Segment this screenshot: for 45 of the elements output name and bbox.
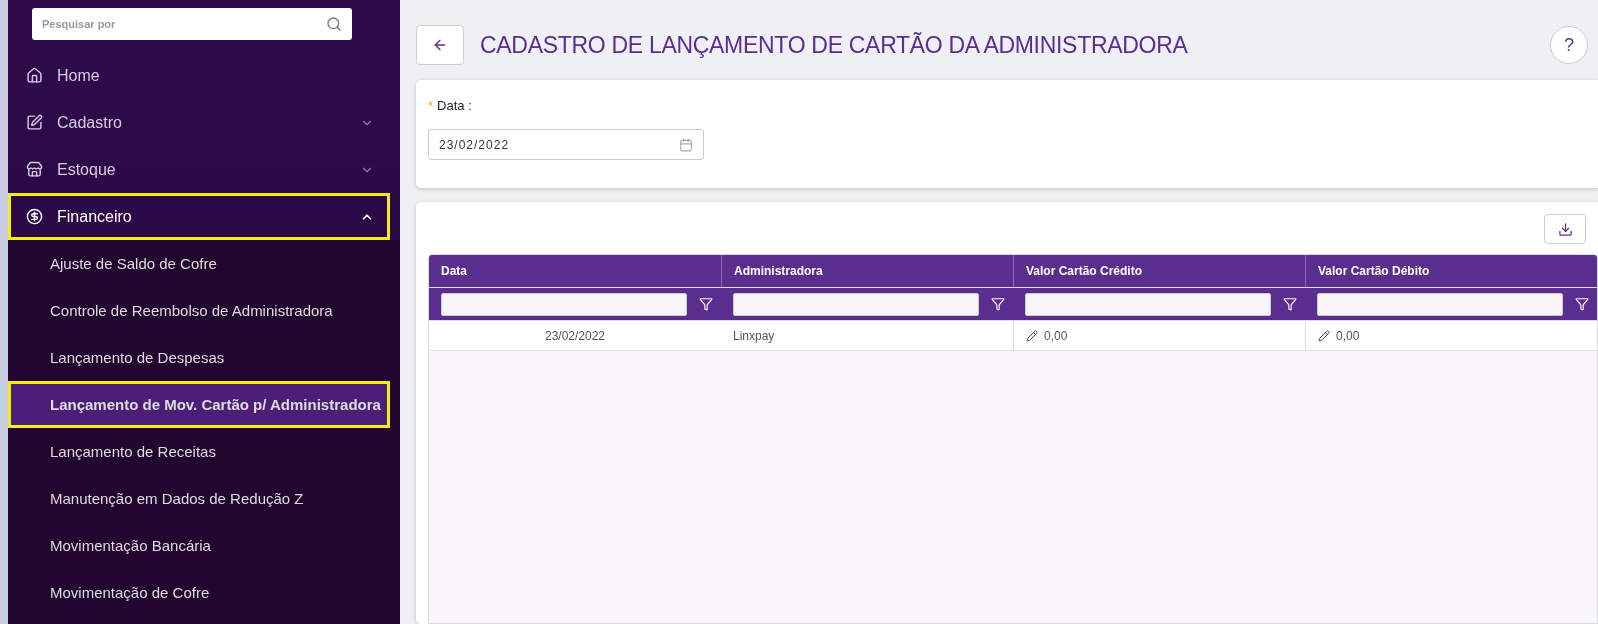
field-label: Data : xyxy=(437,98,472,113)
download-button[interactable] xyxy=(1544,214,1586,244)
page-title: CADASTRO DE LANÇAMENTO DE CARTÃO DA ADMINISTRADORA xyxy=(480,31,1189,59)
submenu-item[interactable]: Lançamento de Receitas xyxy=(8,428,390,475)
filter-field[interactable] xyxy=(1025,292,1271,316)
submenu-item[interactable]: Lançamento de Despesas xyxy=(8,334,390,381)
table-cell: 0,00 xyxy=(1336,328,1360,343)
menu-item[interactable]: Cadastro xyxy=(8,99,390,146)
submenu-item[interactable]: Lançamento de Mov. Cartão p/ Administradora xyxy=(8,381,390,428)
search-icon xyxy=(326,16,342,32)
column-header[interactable]: Administradora xyxy=(721,255,1013,287)
download-icon xyxy=(1557,221,1573,237)
date-field[interactable]: 23/02/2022 xyxy=(428,129,704,160)
table-cell-text: 23/02/2022 xyxy=(543,327,607,345)
submenu-item[interactable]: Movimentação Bancária xyxy=(8,522,390,569)
pencil-icon[interactable] xyxy=(1318,329,1330,342)
home-icon xyxy=(26,67,43,84)
calendar-icon xyxy=(679,137,693,152)
filter-icon[interactable] xyxy=(991,297,1005,311)
help-button[interactable]: ? xyxy=(1550,26,1588,64)
submenu-item[interactable]: Ajuste de Saldo de Cofre xyxy=(8,240,390,287)
pencil-icon[interactable] xyxy=(1026,329,1038,342)
submenu-item[interactable]: Manutenção em Dados de Redução Z xyxy=(8,475,390,522)
filter-icon[interactable] xyxy=(1283,297,1297,311)
store-icon xyxy=(26,161,43,178)
filter-icon[interactable] xyxy=(699,297,713,311)
required-mark: * xyxy=(428,98,434,113)
submenu-item[interactable]: Movimentação de Cofre xyxy=(8,569,390,616)
table-cell: 0,00 xyxy=(1044,328,1068,343)
table-cell-text: Linxpay xyxy=(732,327,776,345)
column-header[interactable]: Data xyxy=(429,255,721,287)
filter-icon[interactable] xyxy=(1575,297,1589,311)
column-header[interactable]: Valor Cartão Débito xyxy=(1305,255,1597,287)
edit-icon xyxy=(26,114,43,131)
search-field[interactable]: Pesquisar por xyxy=(32,8,352,40)
dollar-icon xyxy=(26,208,43,225)
menu-item[interactable]: Financeiro xyxy=(8,193,390,240)
filter-field[interactable] xyxy=(1317,292,1563,316)
filter-field[interactable] xyxy=(441,292,687,316)
menu-item[interactable]: Estoque xyxy=(8,146,390,193)
column-header[interactable]: Valor Cartão Crédito xyxy=(1013,255,1305,287)
arrow-left-icon xyxy=(432,37,448,53)
submenu-item[interactable]: Controle de Reembolso de Administradora xyxy=(8,287,390,334)
filter-field[interactable] xyxy=(733,292,979,316)
menu-item[interactable]: Home xyxy=(8,52,390,99)
